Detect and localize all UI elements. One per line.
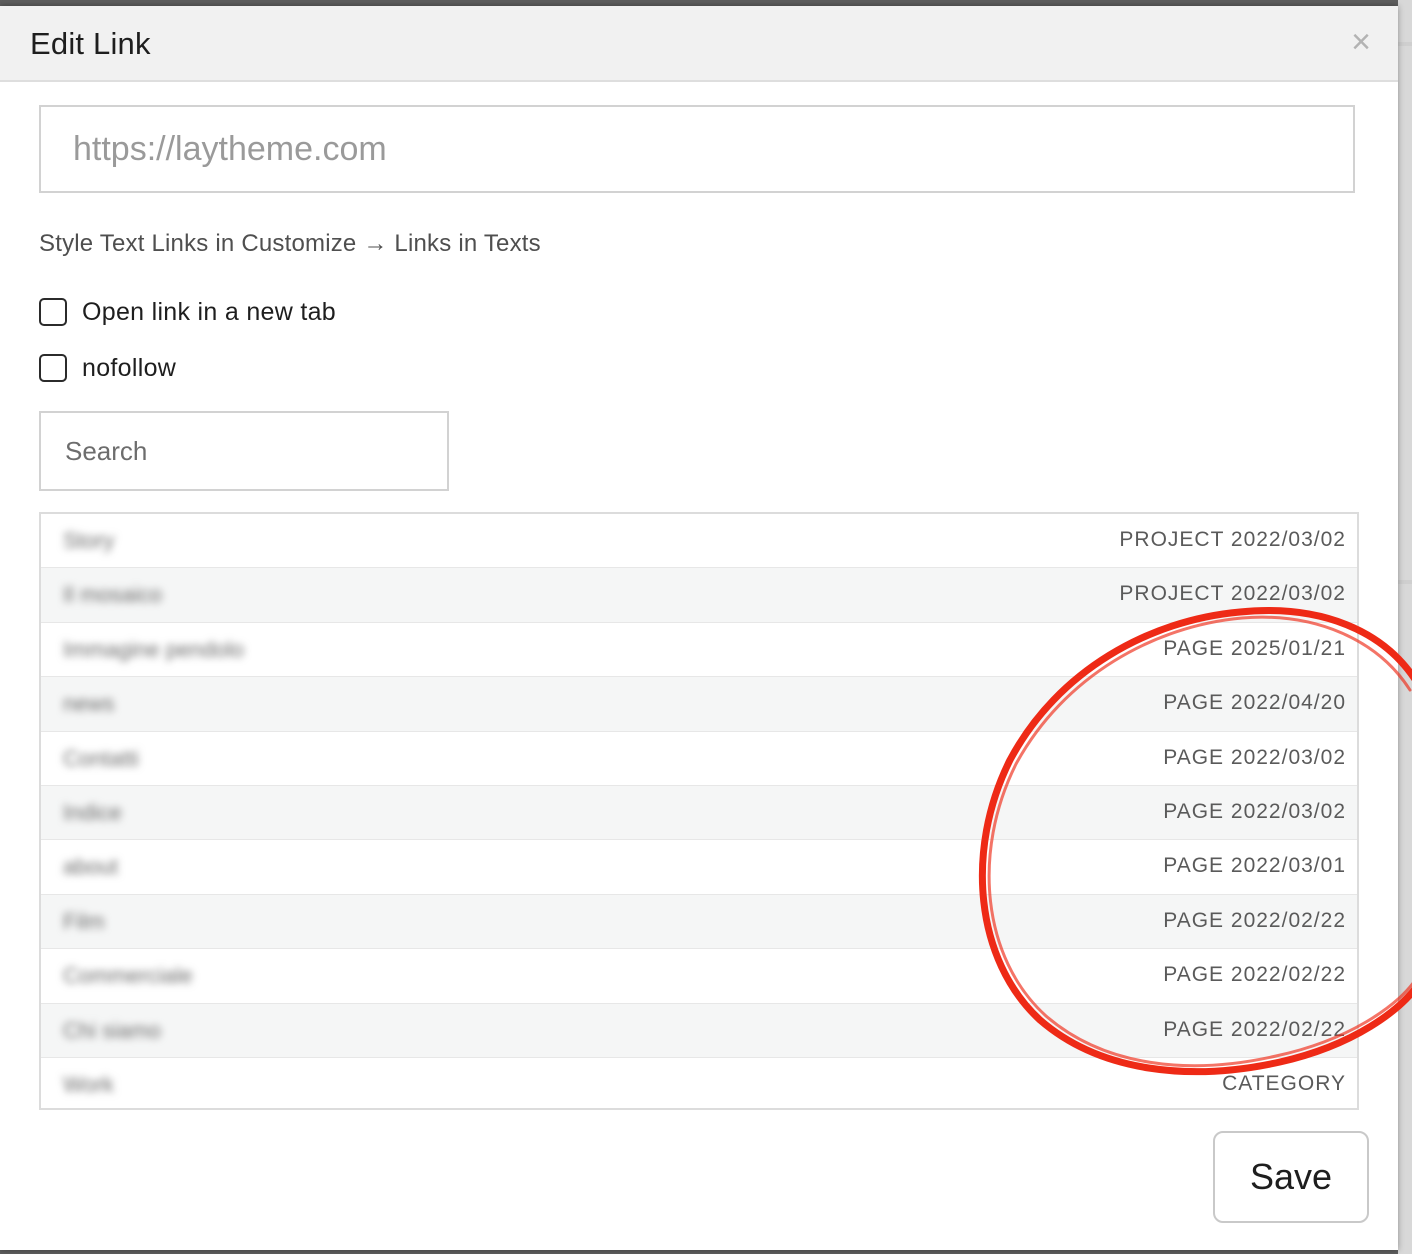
- nofollow-option[interactable]: nofollow: [39, 352, 176, 384]
- result-meta: PROJECT 2022/03/02: [1119, 528, 1346, 551]
- result-title: Commerciale: [63, 963, 193, 989]
- result-meta: PAGE 2022/02/22: [1163, 1017, 1346, 1041]
- nofollow-checkbox[interactable]: [39, 354, 67, 382]
- result-meta: PAGE 2022/03/02: [1163, 745, 1346, 769]
- open-new-tab-checkbox[interactable]: [39, 298, 67, 326]
- list-item[interactable]: Indice PAGE 2022/03/02: [41, 785, 1357, 841]
- background-page: [1398, 0, 1412, 1254]
- dialog-title: Edit Link: [30, 26, 151, 61]
- search-input[interactable]: [39, 411, 449, 491]
- nofollow-label: nofollow: [82, 353, 177, 382]
- result-title: Story: [63, 528, 115, 553]
- list-item[interactable]: Chi siamo PAGE 2022/02/22: [41, 1003, 1357, 1058]
- result-title: Chi siamo: [63, 1017, 161, 1043]
- result-title: news: [63, 691, 115, 717]
- result-meta: PAGE 2025/01/21: [1163, 636, 1346, 660]
- result-meta: PAGE 2022/04/20: [1163, 691, 1346, 715]
- result-title: Contatti: [63, 745, 139, 771]
- list-item[interactable]: Story PROJECT 2022/03/02: [41, 514, 1357, 569]
- result-title: Indice: [63, 799, 122, 825]
- result-title: Film: [63, 908, 105, 934]
- result-meta: PAGE 2022/02/22: [1163, 908, 1346, 932]
- result-title: Il mosaico: [63, 582, 163, 608]
- result-meta: PAGE 2022/02/22: [1163, 963, 1346, 987]
- url-input[interactable]: [39, 105, 1355, 193]
- list-item[interactable]: Immagine pendolo PAGE 2025/01/21: [41, 623, 1357, 678]
- result-meta: PAGE 2022/03/02: [1163, 799, 1346, 823]
- result-title: Work: [63, 1071, 114, 1097]
- result-title: about: [63, 854, 119, 880]
- list-item[interactable]: Film PAGE 2022/02/22: [41, 894, 1357, 950]
- list-item[interactable]: Il mosaico PROJECT 2022/03/02: [41, 568, 1357, 623]
- result-meta: PROJECT 2022/03/02: [1119, 582, 1346, 606]
- link-results-list: Story PROJECT 2022/03/02 Il mosaico PROJ…: [39, 512, 1359, 1110]
- list-item[interactable]: Contatti PAGE 2022/03/02: [41, 732, 1357, 786]
- result-meta: PAGE 2022/03/01: [1163, 854, 1346, 878]
- list-item[interactable]: Work CATEGORY: [41, 1058, 1357, 1108]
- dialog-header: Edit Link ×: [0, 6, 1398, 82]
- result-title: Immagine pendolo: [63, 636, 245, 662]
- open-new-tab-option[interactable]: Open link in a new tab: [39, 296, 336, 328]
- list-item[interactable]: Commerciale PAGE 2022/02/22: [41, 949, 1357, 1004]
- close-icon[interactable]: ×: [1344, 22, 1378, 62]
- save-button[interactable]: Save: [1213, 1131, 1369, 1223]
- style-links-hint: Style Text Links in Customize → Links in…: [39, 230, 541, 257]
- result-meta: CATEGORY: [1222, 1071, 1346, 1095]
- list-item[interactable]: news PAGE 2022/04/20: [41, 677, 1357, 732]
- list-item[interactable]: about PAGE 2022/03/01: [41, 840, 1357, 895]
- open-new-tab-label: Open link in a new tab: [82, 297, 336, 326]
